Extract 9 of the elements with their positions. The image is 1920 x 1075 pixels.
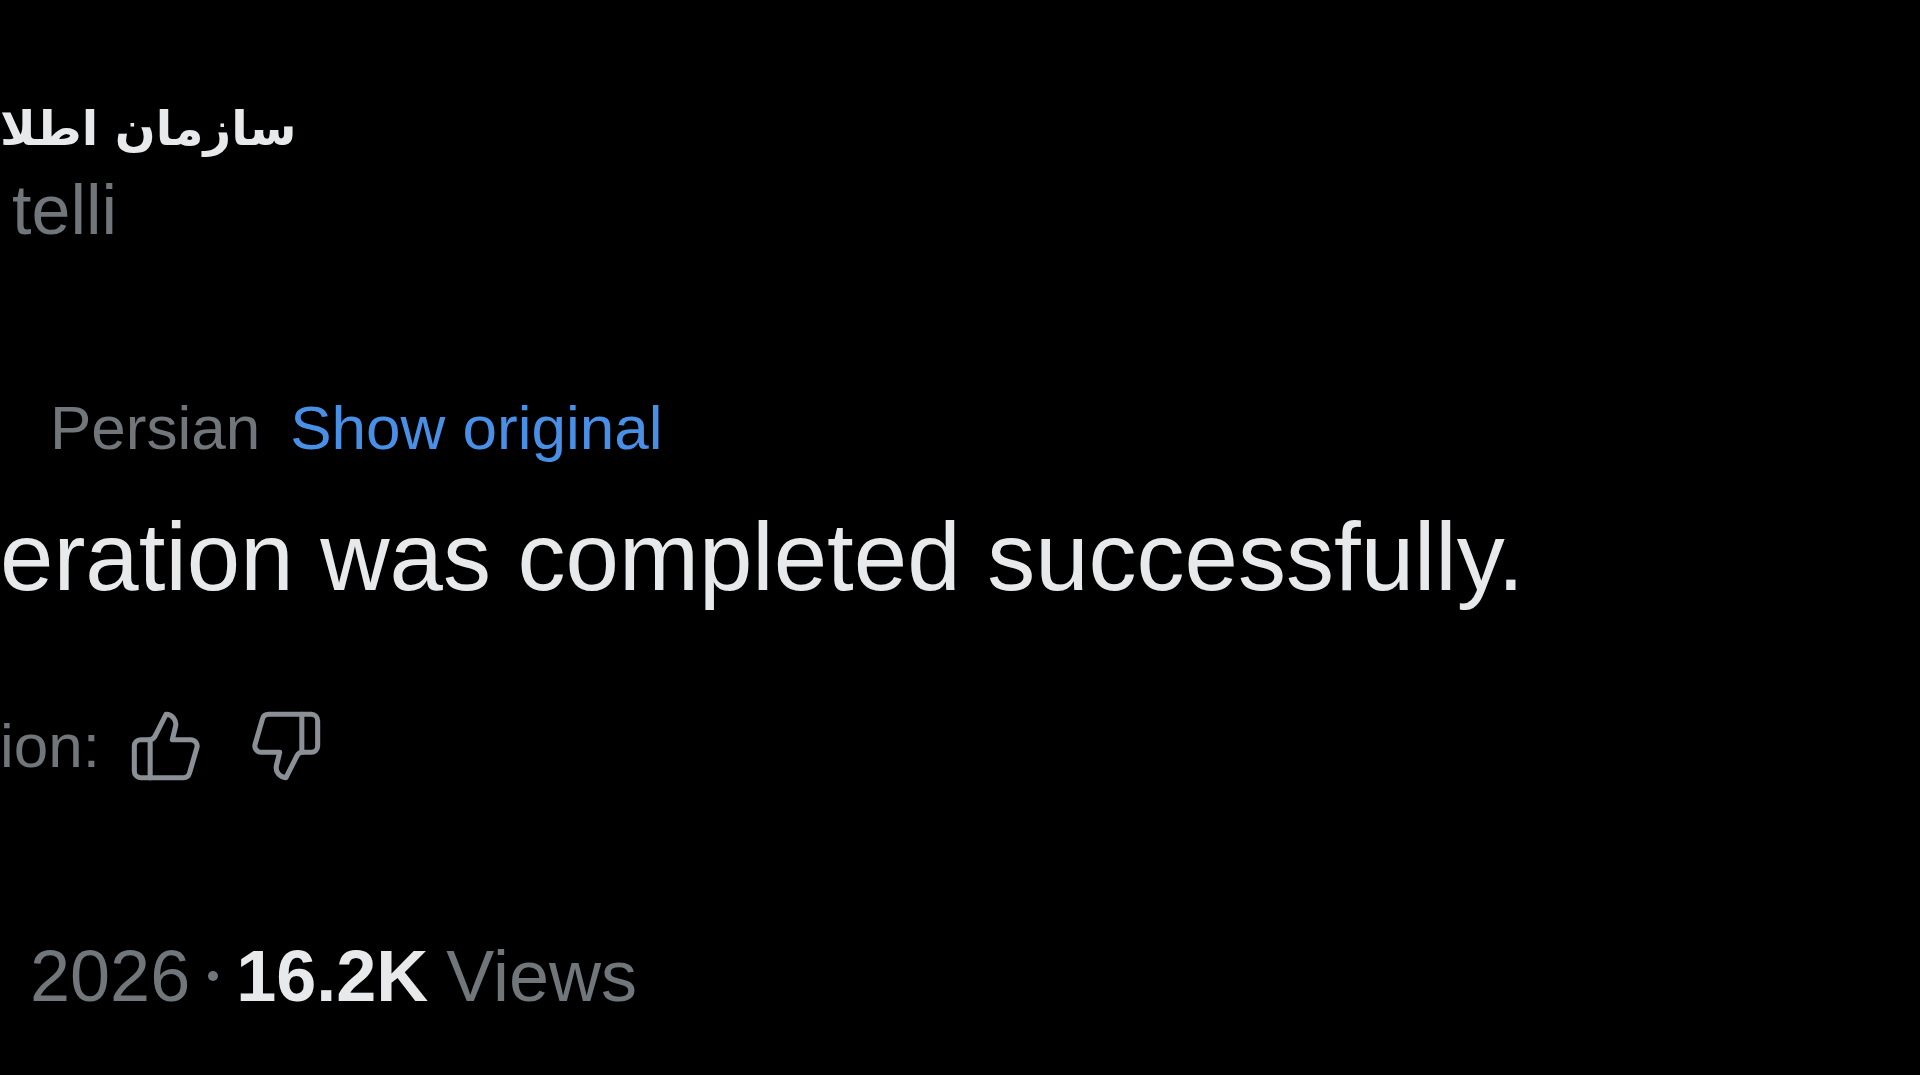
author-handle: telli [12,170,118,250]
post-date: 2026 [30,935,191,1018]
views-count: 16.2K [236,935,429,1018]
translation-label: Persian [50,392,261,464]
show-original-link[interactable]: Show original [290,390,663,466]
rating-label: ion: [0,710,100,782]
post-text: eration was completed successfully. [0,502,1525,612]
views-label: Views [446,935,638,1018]
author-name: سازمان اطلا [0,99,297,159]
